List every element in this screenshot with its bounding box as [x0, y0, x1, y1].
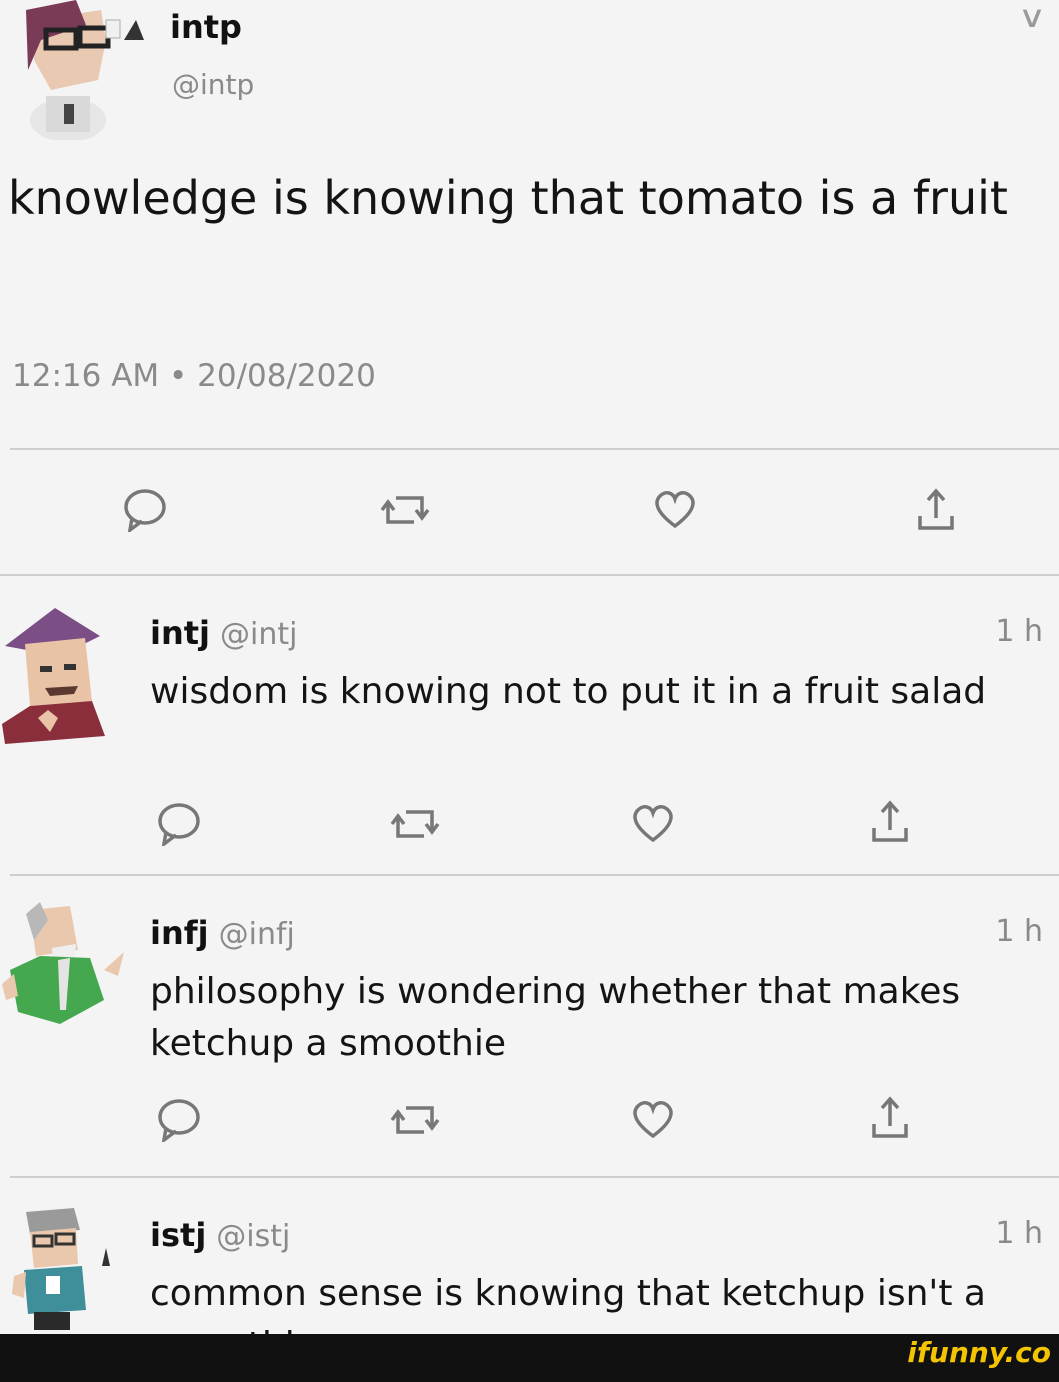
share-icon[interactable]	[916, 488, 956, 536]
author-name[interactable]: intp	[170, 8, 242, 46]
retweet-icon[interactable]	[390, 804, 440, 848]
like-icon[interactable]	[630, 1098, 676, 1144]
reply-text: wisdom is knowing not to put it in a fru…	[150, 671, 987, 712]
like-icon[interactable]	[630, 802, 676, 848]
reply-author-name[interactable]: infj	[150, 914, 209, 952]
divider	[10, 1176, 1059, 1178]
reply-icon[interactable]	[156, 1098, 202, 1146]
avatar-infj[interactable]	[0, 900, 130, 1030]
watermark: ifunny.co	[907, 1336, 1051, 1369]
reply-author-name[interactable]: intj	[150, 614, 210, 652]
tweet-timestamp: 12:16 AM • 20/08/2020	[12, 358, 376, 394]
reply-author-handle[interactable]: @istj	[216, 1219, 290, 1254]
like-icon[interactable]	[652, 488, 698, 534]
avatar-istj[interactable]	[10, 1206, 120, 1336]
reply-author[interactable]: intj @intj	[150, 614, 297, 652]
reply-author-handle[interactable]: @infj	[219, 917, 295, 952]
retweet-icon[interactable]	[390, 1100, 440, 1144]
tweet-text: knowledge is knowing that tomato is a fr…	[8, 171, 1008, 225]
divider	[0, 574, 1059, 576]
retweet-icon[interactable]	[380, 490, 430, 534]
chevron-down-icon[interactable]: ∨	[1018, 0, 1047, 35]
reply-time: 1 h	[995, 614, 1043, 649]
reply-author-handle[interactable]: @intj	[220, 617, 297, 652]
share-icon[interactable]	[870, 1096, 910, 1144]
reply-text: philosophy is wondering whether that mak…	[150, 971, 961, 1064]
reply-author[interactable]: infj @infj	[150, 914, 295, 952]
reply-time: 1 h	[995, 1216, 1043, 1251]
reply-author-name[interactable]: istj	[150, 1216, 206, 1254]
divider	[10, 874, 1059, 876]
share-icon[interactable]	[870, 800, 910, 848]
avatar-intp[interactable]	[6, 0, 146, 142]
reply-icon[interactable]	[156, 802, 202, 850]
reply-time: 1 h	[995, 914, 1043, 949]
footer-bar	[0, 1334, 1059, 1382]
author-handle[interactable]: @intp	[172, 68, 254, 101]
divider	[10, 448, 1059, 450]
reply-author[interactable]: istj @istj	[150, 1216, 290, 1254]
reply-icon[interactable]	[122, 488, 168, 536]
avatar-intj[interactable]	[0, 606, 110, 746]
